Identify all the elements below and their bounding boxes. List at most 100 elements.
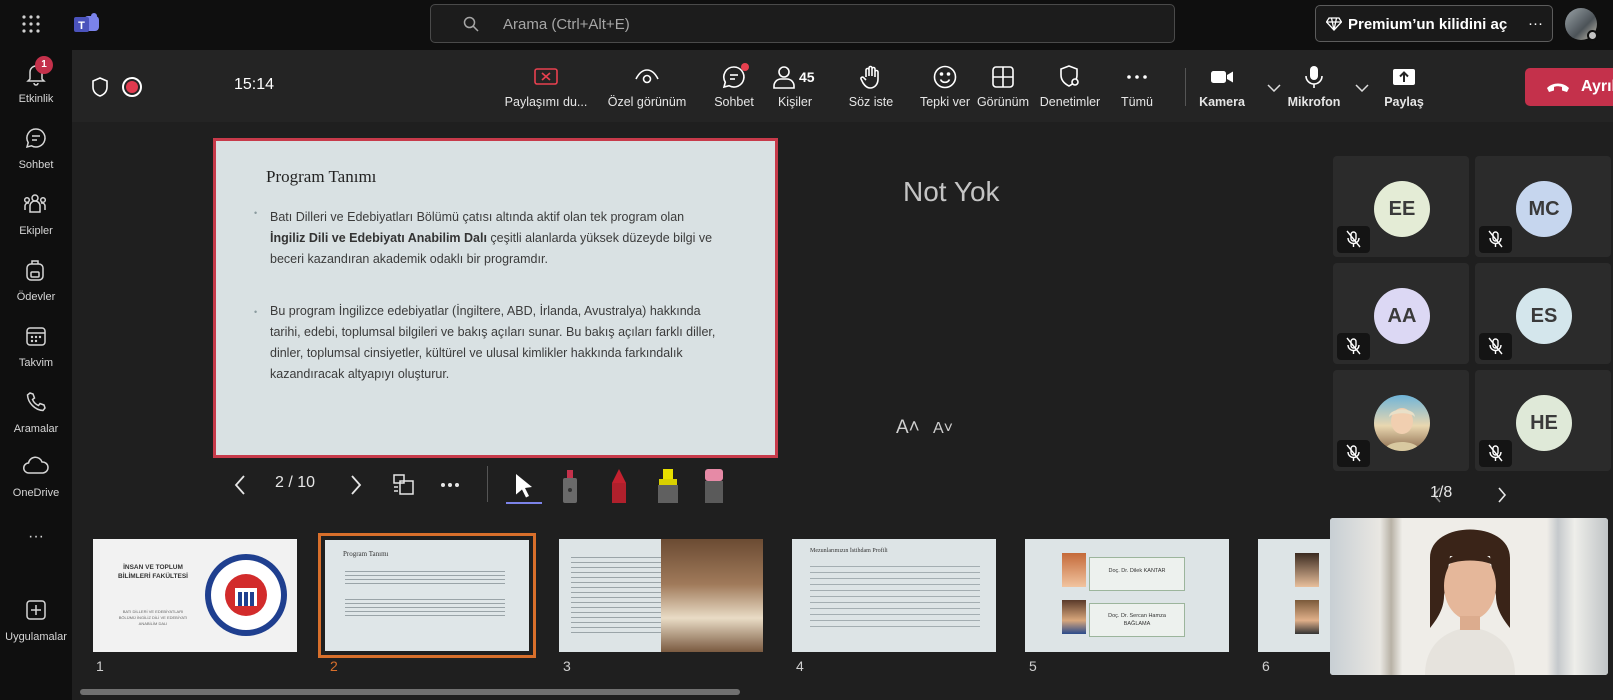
mic-off-icon (1337, 226, 1370, 253)
rail-item-more[interactable]: ··· (0, 528, 72, 558)
controls-button[interactable]: Denetimler (1032, 64, 1108, 114)
thumb6-photo-1 (1295, 553, 1319, 587)
avatar-initials: AA (1374, 288, 1430, 344)
text: kazandıracak altyapıyı oluşturur. (270, 367, 450, 381)
toolbar-divider (1185, 68, 1186, 106)
tool-label: Denetimler (1039, 95, 1101, 109)
search-box[interactable]: Arama (Ctrl+Alt+E) (430, 4, 1175, 43)
text: çeşitli alanlarda yüksek düzeyde bilgi v… (486, 231, 713, 245)
participants-next-icon[interactable] (1497, 487, 1507, 503)
tool-label: Paylaşımı du... (504, 95, 588, 109)
slide-thumbnail-1[interactable]: İNSAN VE TOPLUM BİLİMLERİ FAKÜLTESİ BATI… (93, 539, 297, 652)
rail-item-onedrive[interactable]: OneDrive (0, 452, 72, 514)
premium-button[interactable]: Premium’un kilidini aç ··· (1315, 5, 1553, 42)
rail-item-activity[interactable]: 1 Etkinlik (0, 56, 72, 120)
slide-thumbnail-3[interactable] (559, 539, 763, 652)
text: dinler, toplumsal cinsiyetler, kültürel … (270, 346, 683, 360)
camera-options-chevron-icon[interactable] (1267, 84, 1281, 92)
app-launcher-icon[interactable] (22, 15, 40, 33)
phone-icon (24, 390, 48, 414)
rail-item-apps[interactable]: Uygulamalar (0, 596, 72, 658)
eraser-tool-icon[interactable] (703, 469, 725, 505)
participant-tile[interactable]: MC (1475, 156, 1611, 257)
thumbnail-number: 3 (563, 658, 571, 674)
rail-item-assignments[interactable]: Ödevler (0, 256, 72, 318)
microphone-button[interactable]: Mikrofon (1282, 64, 1346, 114)
decrease-font-button[interactable]: A˅ (933, 420, 953, 438)
app-bar: 1 Etkinlik Sohbet Ekipler Ödevler Takvim… (0, 50, 72, 700)
participant-tile[interactable] (1333, 370, 1469, 471)
smile-icon (932, 64, 958, 90)
grid-icon (990, 64, 1016, 90)
mic-off-icon (1479, 440, 1512, 467)
camera-icon (1209, 64, 1235, 90)
thumbnail-number: 4 (796, 658, 804, 674)
rail-item-teams[interactable]: Ekipler (0, 190, 72, 252)
text: Bu program İngilizce edebiyatlar (İngilt… (270, 304, 701, 318)
current-slide: Program Tanımı • Batı Dilleri ve Edebiya… (213, 138, 778, 458)
leave-button[interactable]: Ayrıl (1525, 68, 1613, 106)
thumb6-photo-2 (1295, 600, 1319, 634)
search-placeholder: Arama (Ctrl+Alt+E) (503, 16, 630, 33)
thumb-text-lines (345, 596, 505, 616)
participant-tile[interactable]: AA (1333, 263, 1469, 364)
participant-tile[interactable]: HE (1475, 370, 1611, 471)
more-icon: ··· (28, 528, 44, 545)
thumbnail-number: 6 (1262, 658, 1270, 674)
teams-icon (22, 192, 48, 216)
people-icon: 45 (767, 64, 823, 90)
slide-thumbnail-4[interactable]: Mezunlarımızın İstihdam Profili (792, 539, 996, 652)
slide-thumbnail-6[interactable] (1258, 539, 1330, 652)
raise-hand-button[interactable]: Söz iste (838, 64, 904, 114)
add-apps-icon (24, 598, 48, 622)
participant-tile[interactable]: ES (1475, 263, 1611, 364)
increase-font-button[interactable]: A˄ (896, 417, 920, 439)
stop-sharing-button[interactable]: Paylaşımı du... (496, 64, 596, 114)
chat-button[interactable]: Sohbet (704, 63, 764, 114)
rail-item-chat[interactable]: Sohbet (0, 124, 72, 186)
next-slide-icon[interactable] (350, 475, 362, 495)
thumbnail-scrollbar[interactable] (80, 689, 740, 695)
mic-options-chevron-icon[interactable] (1355, 84, 1369, 92)
rail-label: Ödevler (16, 291, 56, 303)
slide-thumbnail-2[interactable]: Program Tanımı (325, 540, 529, 651)
stop-share-icon (533, 64, 559, 90)
title-bar: T Arama (Ctrl+Alt+E) Premium’un kilidini… (0, 0, 1613, 50)
text: Batı Dilleri ve Edebiyatları Bölümü çatı… (270, 210, 685, 224)
participants-page-indicator: 1/8 (1430, 484, 1453, 501)
view-button[interactable]: Görünüm (968, 64, 1038, 114)
participant-tile[interactable]: EE (1333, 156, 1469, 257)
rail-item-calendar[interactable]: Takvim (0, 322, 72, 384)
rail-label: Ekipler (19, 225, 53, 237)
pen-tool-icon[interactable] (608, 469, 630, 505)
bullet: • (254, 208, 258, 218)
rail-item-calls[interactable]: Aramalar (0, 388, 72, 450)
thumb2-title: Program Tanımı (343, 550, 389, 558)
share-icon (1391, 64, 1417, 90)
text: tarihi, edebi, toplumsal bilgileri ve ba… (270, 325, 716, 339)
people-button[interactable]: 45 Kişiler (762, 64, 828, 114)
chat-icon (721, 63, 749, 90)
more-options-icon[interactable]: ··· (1528, 15, 1543, 32)
camera-button[interactable]: Kamera (1194, 64, 1250, 114)
laser-pointer-icon[interactable] (560, 470, 580, 504)
highlighter-tool-icon[interactable] (655, 469, 681, 505)
slide-thumbnail-5[interactable]: Doç. Dr. Dilek KANTAR Doç. Dr. Sercan Ha… (1025, 539, 1229, 652)
grid-view-icon[interactable] (392, 473, 416, 497)
tool-label: Görünüm (976, 95, 1030, 109)
more-button[interactable]: Tümü (1112, 64, 1162, 114)
people-count: 45 (799, 69, 815, 85)
unread-dot (741, 63, 749, 71)
tool-label: Özel görünüm (607, 95, 687, 109)
tool-label: Söz iste (848, 95, 894, 109)
premium-label: Premium’un kilidini aç (1348, 16, 1508, 33)
share-button[interactable]: Paylaş (1378, 64, 1430, 114)
avatar[interactable] (1565, 8, 1598, 41)
previous-slide-icon[interactable] (234, 475, 246, 495)
private-view-button[interactable]: Özel görünüm (602, 64, 692, 114)
slide-paragraph-1: Batı Dilleri ve Edebiyatları Bölümü çatı… (270, 207, 730, 270)
pointer-tool-icon[interactable] (506, 470, 542, 506)
thumb-text-lines (810, 561, 980, 631)
more-slide-options-icon[interactable] (440, 482, 460, 488)
leave-label: Ayrıl (1581, 78, 1613, 95)
